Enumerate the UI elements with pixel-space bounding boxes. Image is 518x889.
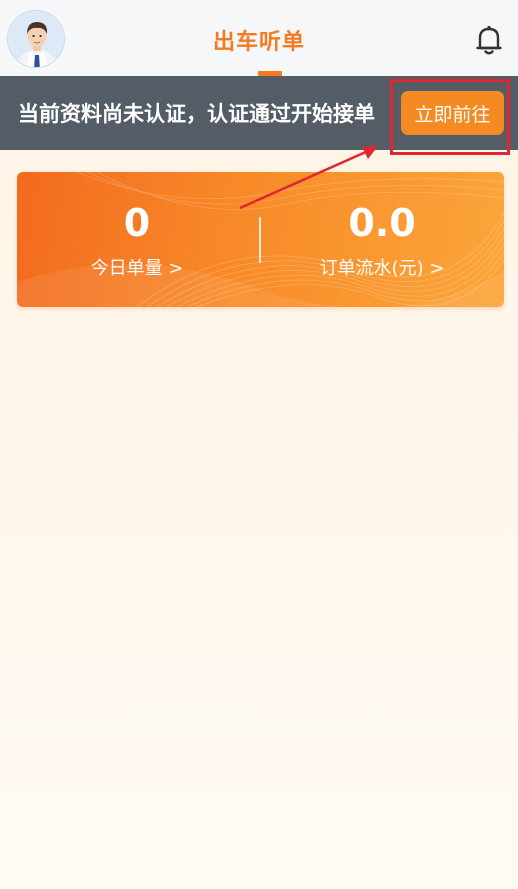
order-revenue-label: 订单流水(元) > [319, 258, 445, 279]
bell-icon[interactable] [475, 24, 503, 56]
app-header: 出车听单 [0, 0, 518, 76]
order-revenue-stat[interactable]: 0.0 订单流水(元) > [262, 200, 502, 280]
stats-card: 0 今日单量 > 0.0 订单流水(元) > [17, 172, 504, 307]
order-revenue-value: 0.0 [348, 201, 416, 245]
verification-notice-text: 当前资料尚未认证，认证通过开始接单 [18, 102, 375, 126]
page-title: 出车听单 [212, 30, 305, 55]
today-orders-value: 0 [123, 201, 151, 245]
today-orders-stat[interactable]: 0 今日单量 > [17, 200, 257, 280]
go-now-button[interactable]: 立即前往 [401, 91, 504, 135]
today-orders-label: 今日单量 > [90, 258, 184, 279]
stats-divider [259, 217, 261, 263]
